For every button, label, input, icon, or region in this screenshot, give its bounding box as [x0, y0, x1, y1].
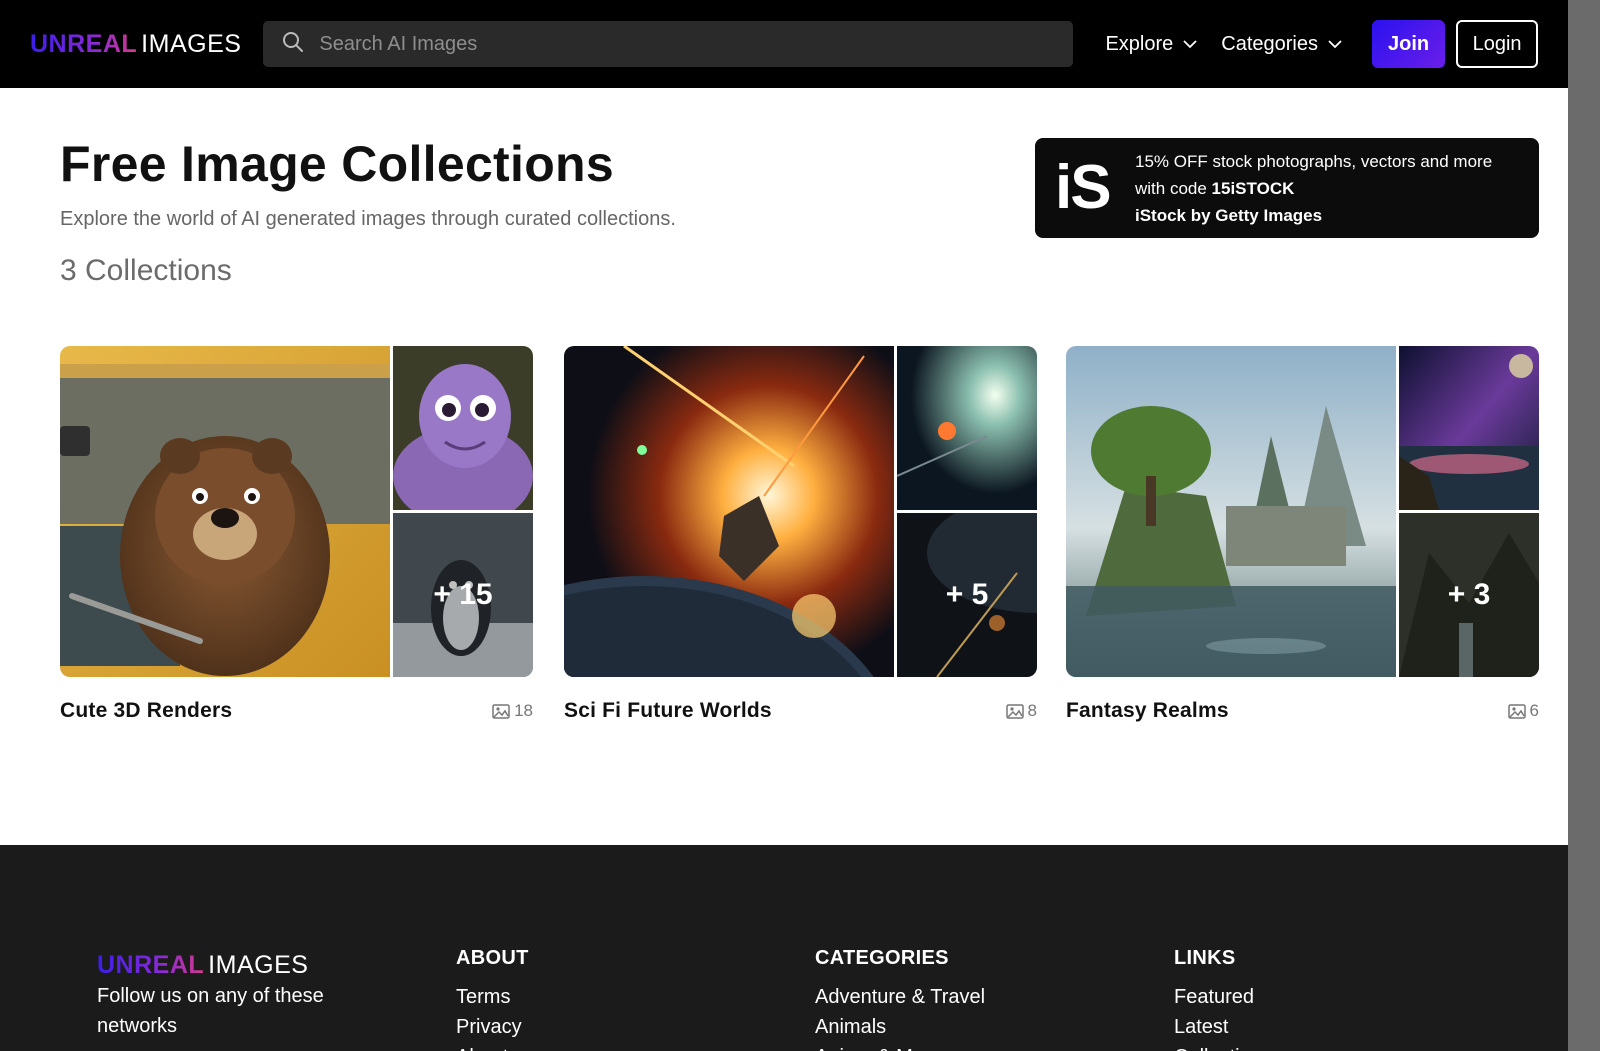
image-count-value: 8	[1027, 701, 1037, 720]
logo-unreal: UNREAL	[97, 951, 205, 979]
site-logo[interactable]: UNREAL IMAGES	[30, 30, 241, 59]
search-icon	[281, 30, 305, 59]
logo-images: IMAGES	[141, 29, 242, 58]
istock-promo-banner[interactable]: iS 15% OFF stock photographs, vectors an…	[1035, 138, 1539, 238]
login-button[interactable]: Login	[1456, 20, 1538, 68]
more-images-overlay[interactable]: + 5	[897, 513, 1037, 677]
nav-explore-label: Explore	[1105, 32, 1174, 55]
collection-image: + 5	[897, 513, 1037, 677]
collection-image	[564, 346, 894, 677]
footer-link[interactable]: Adventure & Travel	[815, 982, 985, 1012]
image-count: 8	[1005, 701, 1037, 721]
istock-logo: iS	[1055, 153, 1112, 222]
window-frame	[1568, 0, 1600, 1051]
promo-code: 15iSTOCK	[1211, 178, 1295, 198]
join-button[interactable]: Join	[1372, 20, 1446, 68]
logo-images: IMAGES	[208, 951, 309, 979]
collection-image	[1399, 346, 1539, 510]
collection-image	[60, 346, 390, 677]
promo-text: 15% OFF stock photographs, vectors and m…	[1135, 148, 1492, 229]
collection-title[interactable]: Sci Fi Future Worlds	[564, 699, 772, 723]
card-footer: Sci Fi Future Worlds 8	[564, 699, 1037, 723]
image-count-value: 18	[514, 701, 533, 720]
footer-column-categories: CATEGORIES Adventure & Travel Animals An…	[815, 947, 985, 1051]
footer-link[interactable]: About	[456, 1042, 529, 1051]
collection-card[interactable]: + 5 Sci Fi Future Worlds 8	[564, 346, 1037, 723]
footer-logo[interactable]: UNREAL IMAGES	[97, 951, 308, 980]
collection-mosaic[interactable]: + 3	[1066, 346, 1539, 677]
promo-line3: iStock by Getty Images	[1135, 205, 1323, 225]
image-icon	[492, 703, 510, 719]
nav-categories-label: Categories	[1221, 32, 1318, 55]
page-subtitle: Explore the world of AI generated images…	[60, 208, 676, 230]
image-count-value: 6	[1529, 701, 1539, 720]
footer-link[interactable]: Latest	[1174, 1012, 1272, 1042]
site-footer: UNREAL IMAGES Follow us on any of these …	[0, 845, 1568, 1051]
collections-count: 3 Collections	[60, 254, 232, 287]
collection-image: + 3	[1399, 513, 1539, 677]
logo-unreal: UNREAL	[30, 29, 138, 58]
page-title: Free Image Collections	[60, 136, 614, 192]
collection-card[interactable]: + 15 Cute 3D Renders 18	[60, 346, 533, 723]
collection-mosaic[interactable]: + 15	[60, 346, 533, 677]
footer-column-about: ABOUT Terms Privacy About	[456, 947, 529, 1051]
footer-heading: CATEGORIES	[815, 947, 949, 969]
card-footer: Fantasy Realms 6	[1066, 699, 1539, 723]
promo-code-prefix: with code	[1135, 178, 1212, 198]
site-header: UNREAL IMAGES Explore Categories Join Lo…	[0, 0, 1568, 88]
footer-link[interactable]: Animals	[815, 1012, 985, 1042]
footer-column-links: LINKS Featured Latest Collections	[1174, 947, 1272, 1051]
image-icon	[1005, 703, 1024, 719]
footer-heading: ABOUT	[456, 947, 529, 969]
image-icon	[1507, 703, 1526, 719]
collection-card[interactable]: + 3 Fantasy Realms 6	[1066, 346, 1539, 723]
collection-title[interactable]: Cute 3D Renders	[60, 699, 232, 723]
more-images-overlay[interactable]: + 15	[393, 513, 533, 677]
image-count: 6	[1507, 701, 1539, 721]
more-images-overlay[interactable]: + 3	[1399, 513, 1539, 677]
nav-explore[interactable]: Explore	[1105, 33, 1197, 56]
card-footer: Cute 3D Renders 18	[60, 699, 533, 723]
search-bar[interactable]	[263, 21, 1074, 67]
collection-image	[897, 346, 1037, 510]
footer-link[interactable]: Collections	[1174, 1042, 1272, 1051]
footer-link[interactable]: Anime & Manga	[815, 1042, 985, 1051]
chevron-down-icon	[1328, 39, 1342, 48]
collection-image: + 15	[393, 513, 533, 677]
image-count: 18	[492, 701, 533, 721]
collection-image	[393, 346, 533, 510]
collection-title[interactable]: Fantasy Realms	[1066, 699, 1229, 723]
search-input[interactable]	[319, 32, 1060, 56]
promo-line2: with code 15iSTOCK	[1135, 175, 1492, 202]
chevron-down-icon	[1183, 39, 1197, 48]
collection-mosaic[interactable]: + 5	[564, 346, 1037, 677]
footer-link[interactable]: Privacy	[456, 1012, 529, 1042]
footer-link[interactable]: Terms	[456, 982, 529, 1012]
footer-follow-text: Follow us on any of these networks	[97, 985, 324, 1037]
promo-line1: 15% OFF stock photographs, vectors and m…	[1135, 151, 1493, 171]
nav-categories[interactable]: Categories	[1221, 33, 1342, 56]
footer-link[interactable]: Featured	[1174, 982, 1272, 1012]
footer-heading: LINKS	[1174, 947, 1236, 969]
collection-image	[1066, 346, 1396, 677]
